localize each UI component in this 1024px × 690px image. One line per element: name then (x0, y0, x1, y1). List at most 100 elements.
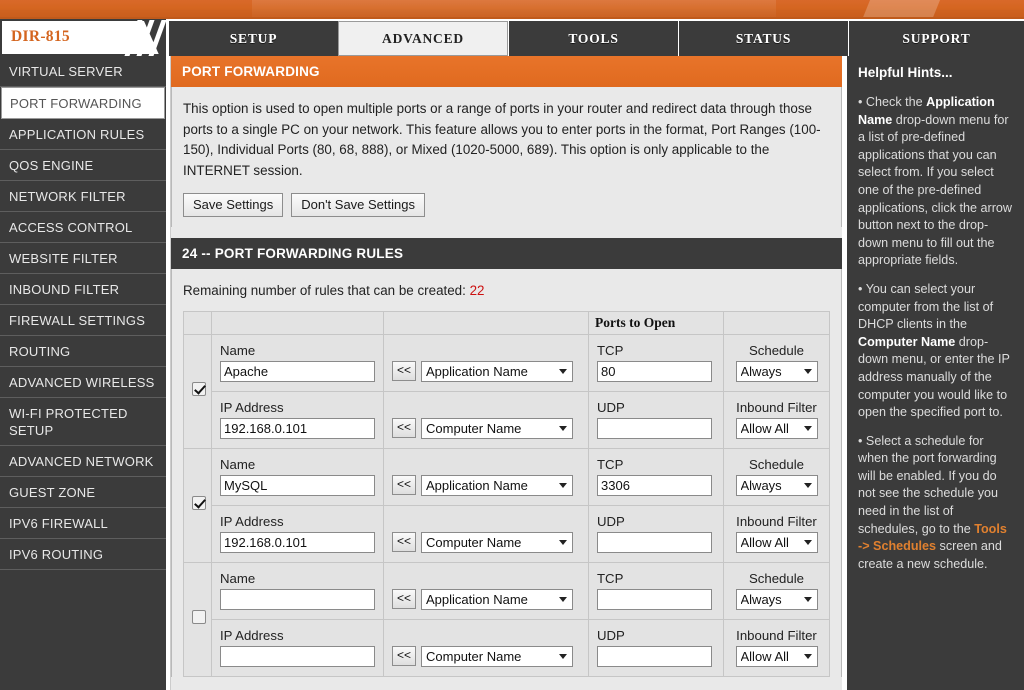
bullet-icon: • (858, 95, 866, 109)
sidebar-item-virtual-server[interactable]: VIRTUAL SERVER (0, 56, 166, 87)
sidebar-item-qos-engine[interactable]: QOS ENGINE (0, 150, 166, 181)
dont-save-settings-button[interactable]: Don't Save Settings (291, 193, 425, 217)
apply-application-name-button[interactable]: << (392, 361, 417, 381)
application-name-select[interactable]: Application Name (421, 474, 574, 496)
rule-enable-checkbox[interactable] (192, 495, 206, 510)
nav-tab-tools[interactable]: TOOLS (508, 21, 678, 56)
ip-address-cell: IP Address (211, 391, 384, 449)
nav-tab-label: SETUP (229, 30, 278, 46)
udp-label: UDP (597, 628, 625, 643)
sidebar-item-ipv6-routing[interactable]: IPV6 ROUTING (0, 539, 166, 570)
ip-address-input[interactable] (220, 532, 375, 553)
header-spacer-check (183, 311, 212, 335)
sidebar-item-advanced-wireless[interactable]: ADVANCED WIRELESS (0, 367, 166, 398)
rule-name-input[interactable] (220, 361, 375, 382)
rules-section-title: 24 -- PORT FORWARDING RULES (171, 238, 842, 269)
sidebar-item-label: ADVANCED WIRELESS (9, 375, 155, 390)
table-row: Name<<Application NameTCPScheduleAlways (183, 448, 830, 563)
rule-enable-cell (183, 448, 212, 563)
sidebar-item-advanced-network[interactable]: ADVANCED NETWORK (0, 446, 166, 477)
sidebar-item-website-filter[interactable]: WEBSITE FILTER (0, 243, 166, 274)
sidebar-item-routing[interactable]: ROUTING (0, 336, 166, 367)
computer-name-select-wrap: Computer Name (421, 417, 574, 439)
nav-tab-support[interactable]: SUPPORT (848, 21, 1024, 56)
rule-enable-checkbox[interactable] (192, 609, 206, 624)
apply-application-name-button[interactable]: << (392, 475, 417, 495)
udp-port-input[interactable] (597, 418, 712, 439)
inbound-filter-select[interactable]: Allow All (735, 418, 818, 439)
sidebar-item-ipv6-firewall[interactable]: IPV6 FIREWALL (0, 508, 166, 539)
header-ports-to-open: Ports to Open (588, 311, 724, 335)
sidebar-item-label: GUEST ZONE (9, 485, 96, 500)
sidebar-item-label: IPV6 FIREWALL (9, 516, 108, 531)
apply-computer-name-button[interactable]: << (392, 646, 417, 666)
apply-application-name-button[interactable]: << (392, 589, 417, 609)
header-spacer-schedule (723, 311, 830, 335)
inbound-filter-select[interactable]: Allow All (735, 646, 818, 667)
rule-enable-checkbox[interactable] (192, 381, 206, 396)
apply-computer-name-button[interactable]: << (392, 532, 417, 552)
tcp-port-input[interactable] (597, 589, 712, 610)
rule-name-input[interactable] (220, 589, 375, 610)
tcp-port-input[interactable] (597, 475, 712, 496)
hints-title: Helpful Hints... (858, 65, 953, 80)
inbound-filter-select-wrap: Allow All (732, 532, 821, 553)
schedule-cell: Schedule Always (723, 448, 830, 506)
inbound-filter-select[interactable]: Allow All (735, 532, 818, 553)
sidebar-item-label: WI-FI PROTECTED SETUP (9, 406, 128, 438)
table-row: IP Address <<Computer Name UDP Inbound Filt… (184, 619, 830, 677)
sidebar-item-port-forwarding[interactable]: PORT FORWARDING (1, 87, 165, 119)
tcp-port-cell: TCP (588, 334, 724, 392)
inbound-filter-select-wrap: Allow All (735, 418, 818, 439)
ip-address-input[interactable] (220, 646, 375, 667)
sidebar-item-wi-fi-protected-setup[interactable]: WI-FI PROTECTED SETUP (0, 398, 166, 446)
hint-emphasis: Computer Name (858, 334, 956, 349)
application-name-row: << Application Name (392, 344, 580, 382)
computer-name-cell: << Computer Name (383, 619, 589, 677)
sidebar-item-label: FIREWALL SETTINGS (9, 313, 146, 328)
rule-name-label: Name (220, 343, 256, 358)
schedule-select[interactable]: Always (735, 361, 818, 382)
tcp-port-cell: TCP (588, 562, 724, 620)
sidebar-item-guest-zone[interactable]: GUEST ZONE (0, 477, 166, 508)
inbound-filter-label: Inbound Filter (736, 628, 817, 643)
udp-port-input[interactable] (597, 646, 712, 667)
sidebar-item-label: INBOUND FILTER (9, 282, 120, 297)
table-row: IP Address <<Computer Name UDP Inbound Filt… (184, 391, 830, 449)
schedule-select[interactable]: Always (735, 475, 818, 496)
schedule-select[interactable]: Always (735, 589, 818, 610)
panel-body: This option is used to open multiple por… (171, 87, 842, 227)
rules-section-body: Remaining number of rules that can be cr… (171, 269, 842, 677)
sidebar-item-label: NETWORK FILTER (9, 189, 126, 204)
rule-name-label: Name (220, 571, 256, 586)
computer-name-select[interactable]: Computer Name (421, 417, 574, 439)
sidebar-item-firewall-settings[interactable]: FIREWALL SETTINGS (0, 305, 166, 336)
rule-enable-cell (183, 562, 212, 677)
application-name-select-wrap: Application Name (421, 360, 574, 382)
nav-tab-status[interactable]: STATUS (678, 21, 848, 56)
inbound-filter-cell: Inbound Filter Allow All (723, 391, 830, 449)
schedule-cell: Schedule Always (723, 562, 830, 620)
sidebar-item-access-control[interactable]: ACCESS CONTROL (0, 212, 166, 243)
sidebar-item-application-rules[interactable]: APPLICATION RULES (0, 119, 166, 150)
sidebar-item-inbound-filter[interactable]: INBOUND FILTER (0, 274, 166, 305)
sidebar-item-network-filter[interactable]: NETWORK FILTER (0, 181, 166, 212)
udp-port-input[interactable] (597, 532, 712, 553)
computer-name-select[interactable]: Computer Name (421, 645, 574, 667)
helpful-hints-panel: Helpful Hints... • Check the Application… (845, 56, 1024, 690)
schedule-select-wrap: Always (735, 361, 818, 382)
computer-name-select[interactable]: Computer Name (421, 531, 574, 553)
application-name-cell: << Application Name (383, 562, 589, 620)
save-settings-button[interactable]: Save Settings (183, 193, 284, 217)
ip-address-input[interactable] (220, 418, 375, 439)
udp-port-cell: UDP (588, 391, 724, 449)
apply-computer-name-button[interactable]: << (392, 418, 417, 438)
nav-tab-setup[interactable]: SETUP (168, 21, 338, 56)
nav-tab-advanced[interactable]: ADVANCED (338, 21, 508, 56)
schedule-select-wrap: Always (732, 361, 821, 382)
application-name-select[interactable]: Application Name (421, 360, 574, 382)
tcp-label: TCP (597, 343, 624, 358)
rule-name-input[interactable] (220, 475, 375, 496)
application-name-select[interactable]: Application Name (421, 588, 574, 610)
tcp-port-input[interactable] (597, 361, 712, 382)
